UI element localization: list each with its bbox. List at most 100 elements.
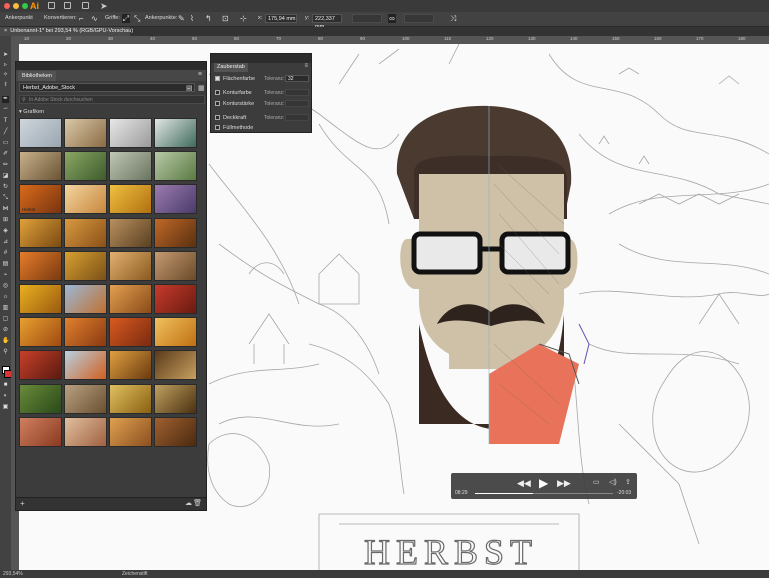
hide-handles-icon[interactable]: ⤡ — [134, 14, 140, 23]
home-icon[interactable] — [48, 2, 55, 9]
stock-thumbnail[interactable] — [154, 250, 197, 281]
stock-thumbnail[interactable] — [64, 118, 107, 148]
minimize-window-button[interactable] — [13, 3, 19, 9]
play-icon[interactable]: ▶ — [539, 476, 548, 490]
pen-tool-icon[interactable]: ✒ — [2, 96, 9, 103]
option-checkbox[interactable] — [215, 115, 220, 121]
option-checkbox[interactable] — [215, 90, 220, 96]
stock-thumbnail[interactable] — [154, 383, 197, 414]
hand-tool-icon[interactable]: ✋ — [2, 338, 9, 345]
x-field[interactable]: 175,94 mm — [265, 14, 297, 23]
stock-thumbnail[interactable] — [109, 416, 152, 447]
color-mode-icon[interactable]: ■ — [2, 382, 9, 389]
stock-thumbnail[interactable] — [154, 317, 197, 348]
list-view-icon[interactable]: ▤ — [186, 84, 193, 92]
stock-thumbnail[interactable] — [64, 151, 107, 182]
stock-search-input[interactable]: ⚲ In Adobe Stock durchsuchen — [19, 95, 205, 104]
symbol-sprayer-tool-icon[interactable]: ☼ — [2, 294, 9, 301]
stock-thumbnail[interactable] — [19, 151, 62, 182]
isolate-icon[interactable]: ⊡ — [222, 14, 229, 23]
free-transform-tool-icon[interactable]: ⊞ — [2, 217, 9, 224]
stock-thumbnail[interactable] — [64, 250, 107, 281]
convert-corner-icon[interactable]: ⌐ — [79, 14, 84, 23]
stock-thumbnail[interactable] — [64, 383, 107, 414]
width-field[interactable] — [352, 14, 382, 23]
stock-thumbnail[interactable] — [154, 284, 197, 314]
drawing-mode-icon[interactable]: ◐ — [2, 393, 9, 400]
height-field[interactable] — [404, 14, 434, 23]
stock-thumbnail[interactable] — [109, 184, 152, 215]
show-handles-icon[interactable]: ⤢ — [122, 14, 130, 23]
stock-thumbnail[interactable] — [19, 284, 62, 314]
zoom-level[interactable]: 293,54% — [3, 570, 23, 578]
graph-tool-icon[interactable]: ▥ — [2, 305, 9, 312]
stock-thumbnail[interactable] — [109, 284, 152, 314]
stock-thumbnail[interactable] — [19, 317, 62, 348]
fast-forward-icon[interactable]: ▶▶ — [557, 478, 571, 489]
stock-thumbnail[interactable] — [64, 317, 107, 348]
panel-menu-icon[interactable]: ≡ — [304, 63, 308, 69]
arrange-documents-icon[interactable] — [82, 2, 89, 9]
stock-thumbnail[interactable] — [19, 416, 62, 447]
perspective-grid-tool-icon[interactable]: ⊿ — [2, 239, 9, 246]
width-tool-icon[interactable]: ⋈ — [2, 206, 9, 213]
stock-thumbnail[interactable]: Herbst — [19, 184, 62, 215]
stock-thumbnail[interactable] — [109, 118, 152, 148]
stock-thumbnail[interactable] — [109, 317, 152, 348]
rewind-icon[interactable]: ◀◀ — [517, 478, 531, 489]
lasso-tool-icon[interactable]: ℓ — [2, 82, 9, 89]
gradient-tool-icon[interactable]: ▤ — [2, 261, 9, 268]
stock-thumbnail[interactable] — [19, 383, 62, 414]
option-checkbox[interactable] — [215, 101, 220, 107]
type-tool-icon[interactable]: T — [2, 118, 9, 125]
blend-tool-icon[interactable]: ◎ — [2, 283, 9, 290]
stock-thumbnail[interactable] — [154, 350, 197, 381]
eraser-tool-icon[interactable]: ◪ — [2, 173, 9, 180]
connect-anchor-icon[interactable]: ⌇ — [190, 14, 194, 23]
grid-view-icon[interactable]: ▦ — [198, 84, 205, 92]
share-icon[interactable]: ⇪ — [625, 478, 631, 486]
airplay-icon[interactable]: ▭ — [593, 478, 600, 486]
stock-thumbnail[interactable] — [154, 151, 197, 182]
stock-thumbnail[interactable] — [19, 217, 62, 248]
stock-thumbnail[interactable] — [64, 284, 107, 314]
eyedropper-tool-icon[interactable]: ⌁ — [2, 272, 9, 279]
slice-tool-icon[interactable]: ⊘ — [2, 327, 9, 334]
option-checkbox[interactable] — [215, 125, 220, 131]
magic-wand-header[interactable] — [211, 54, 311, 63]
stock-thumbnail[interactable] — [19, 350, 62, 381]
zoom-window-button[interactable] — [22, 3, 28, 9]
stock-thumbnail[interactable] — [109, 217, 152, 248]
tolerance-field[interactable] — [285, 114, 309, 121]
close-tab-icon[interactable]: × — [4, 28, 7, 34]
add-content-icon[interactable]: + — [20, 499, 25, 508]
stock-thumbnail[interactable] — [154, 118, 197, 148]
stock-thumbnail[interactable] — [109, 151, 152, 182]
pencil-tool-icon[interactable]: ✏ — [2, 162, 9, 169]
stock-thumbnail[interactable] — [154, 416, 197, 447]
align-icon[interactable]: ⊹ — [240, 14, 247, 23]
document-tab[interactable]: × Unbenannt-1* bei 293,54 % (RGB/GPU-Vors… — [0, 27, 133, 36]
libraries-tab[interactable]: Bibliotheken — [18, 71, 56, 81]
convert-smooth-icon[interactable]: ∿ — [91, 14, 98, 23]
curvature-tool-icon[interactable]: ∽ — [2, 106, 9, 113]
y-field[interactable]: 222,337 mm — [312, 14, 342, 30]
magic-wand-tab[interactable]: Zauberstab — [214, 63, 248, 72]
stock-thumbnail[interactable] — [109, 383, 152, 414]
trash-icon[interactable]: 🗑 — [193, 499, 202, 507]
paintbrush-tool-icon[interactable]: ✐ — [2, 151, 9, 158]
tolerance-field[interactable] — [285, 89, 309, 96]
selection-tool-icon[interactable]: ➤ — [2, 52, 9, 59]
transform-icon[interactable]: ⤨ — [450, 14, 456, 23]
screen-mode-icon[interactable]: ▣ — [2, 404, 9, 411]
stock-thumbnail[interactable] — [19, 118, 62, 148]
stock-thumbnail[interactable] — [154, 184, 197, 215]
remove-anchor-icon[interactable]: ✎ — [178, 14, 185, 23]
volume-icon[interactable]: ◁) — [609, 478, 617, 486]
tolerance-field[interactable]: 32 — [285, 75, 309, 82]
scale-tool-icon[interactable]: ⤡ — [2, 195, 9, 202]
stock-thumbnail[interactable] — [64, 217, 107, 248]
graphics-section-header[interactable]: ▾ Grafiken — [19, 109, 44, 115]
stock-thumbnail[interactable] — [64, 416, 107, 447]
stock-thumbnail[interactable] — [64, 184, 107, 215]
